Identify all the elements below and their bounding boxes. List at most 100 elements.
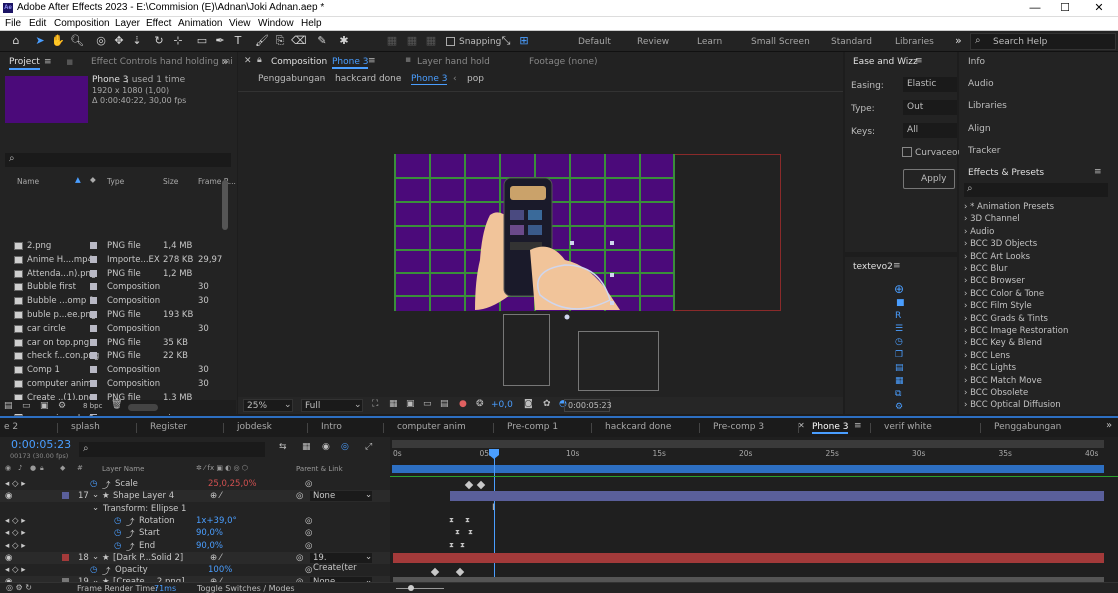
footage-tab[interactable]: Footage (none) bbox=[529, 57, 598, 67]
lock-icon[interactable]: 🔒︎ bbox=[257, 55, 262, 65]
timeline-row[interactable]: ⌄ Transform: Ellipse 1 bbox=[0, 503, 390, 515]
easing-dropdown[interactable]: Elastic bbox=[903, 77, 957, 92]
render-icon[interactable]: ◎ ⚙ ↻ bbox=[6, 583, 32, 592]
textevo-title[interactable]: textevo2 bbox=[853, 262, 893, 272]
menu-window[interactable]: Window bbox=[258, 18, 294, 29]
effect-category[interactable]: › BCC Lights bbox=[964, 363, 1016, 373]
timeline-tab[interactable]: Pre-comp 1 bbox=[507, 422, 558, 432]
project-item[interactable]: Anime H....mp4 Importe...EX 278 KB 29,97 bbox=[0, 253, 236, 267]
clock-icon[interactable]: ◷ bbox=[895, 337, 903, 347]
chevron-down-icon[interactable]: ⌄ bbox=[92, 552, 99, 562]
transparency-icon[interactable]: ▦ bbox=[389, 399, 398, 409]
preset-icon[interactable]: ■ bbox=[896, 298, 905, 308]
keys-dropdown[interactable]: All bbox=[903, 123, 957, 138]
col-type[interactable]: Type bbox=[107, 177, 124, 186]
interpret-icon[interactable]: ▤ bbox=[4, 401, 13, 411]
text-icon[interactable]: R bbox=[895, 311, 901, 321]
panel-overflow-icon[interactable]: » bbox=[222, 55, 229, 68]
view-icon[interactable]: ▤ bbox=[440, 399, 449, 409]
close-tab-icon[interactable]: ✕ bbox=[798, 421, 805, 430]
libraries-panel[interactable]: Libraries bbox=[968, 101, 1007, 111]
timeline-row[interactable]: ◉ 17 ⌄ ★ Shape Layer 4 ⊕ ⁄ ◎ None ⌄ bbox=[0, 490, 390, 503]
keyframe[interactable]: ⧗ bbox=[468, 528, 475, 536]
parent-col[interactable]: Parent & Link bbox=[296, 465, 343, 473]
text-tool-icon[interactable]: T bbox=[231, 34, 245, 48]
timeline-tab[interactable]: computer anim bbox=[397, 422, 466, 432]
search-help-field[interactable]: ⌕ Search Help bbox=[970, 33, 1116, 50]
graph-editor-icon[interactable]: ⤢ bbox=[365, 442, 372, 452]
pickwhip-icon[interactable]: ◎ bbox=[305, 528, 312, 538]
timeline-tab[interactable]: Penggabungan bbox=[994, 422, 1061, 432]
property-value[interactable]: 1x+39,0° bbox=[196, 516, 237, 526]
stopwatch-icon[interactable]: ◷ bbox=[114, 541, 121, 551]
zoom-tool-icon[interactable]: 🔍︎ bbox=[70, 34, 84, 48]
graph-icon[interactable]: ⤴ bbox=[126, 516, 135, 528]
comp-tab-prefix[interactable]: Composition bbox=[271, 57, 327, 67]
timeline-timecode[interactable]: 0:00:05:23 bbox=[11, 438, 71, 451]
time-range-bar[interactable] bbox=[392, 465, 1104, 473]
label-color[interactable] bbox=[90, 380, 97, 387]
timeline-tab[interactable]: hackcard done bbox=[605, 422, 671, 432]
label-color[interactable] bbox=[90, 324, 97, 332]
project-item[interactable]: Bubble first Composition 30 bbox=[0, 280, 236, 294]
puppet-tool-icon[interactable]: ✱ bbox=[337, 34, 351, 48]
color-channels-icon[interactable]: ● bbox=[459, 399, 467, 409]
align-panel[interactable]: Align bbox=[968, 124, 991, 134]
comp-tab-name[interactable]: Phone 3 bbox=[332, 57, 369, 69]
pickwhip-icon[interactable]: ◎ bbox=[296, 491, 303, 501]
effect-category[interactable]: › BCC Grads & Tints bbox=[964, 314, 1048, 324]
eraser-tool-icon[interactable]: ⌫ bbox=[291, 34, 307, 48]
parent-dropdown[interactable]: None ⌄ bbox=[310, 490, 372, 502]
workspace-review[interactable]: Review bbox=[637, 37, 669, 47]
timeline-tab[interactable]: Phone 3 bbox=[812, 422, 849, 434]
breadcrumb-penggabungan[interactable]: Penggabungan bbox=[258, 74, 325, 84]
rotate-tool-icon[interactable]: ↻ bbox=[152, 34, 166, 48]
minimize-icon[interactable]: — bbox=[1028, 1, 1042, 15]
timeline-row[interactable]: ◂ ◇ ▸ ◷ ⤴ Rotation 1x+39,0° ◎ bbox=[0, 515, 390, 528]
ease-title[interactable]: Ease and Wizz bbox=[853, 57, 918, 67]
work-area-bar[interactable] bbox=[392, 440, 1104, 448]
exposure-value[interactable]: +0,0 bbox=[491, 400, 513, 410]
timecode-box[interactable]: 0:00:05:23 bbox=[564, 399, 612, 412]
maximize-icon[interactable]: ☐ bbox=[1058, 1, 1072, 15]
roto-tool-icon[interactable]: ✎ bbox=[315, 34, 329, 48]
stopwatch-icon[interactable]: ◷ bbox=[90, 565, 97, 575]
keyframe-nav-icon[interactable]: ◂ ◇ ▸ bbox=[5, 528, 25, 538]
chevron-down-icon[interactable]: ⌄ bbox=[92, 503, 99, 513]
menu-file[interactable]: File bbox=[5, 18, 21, 29]
more-tabs-icon[interactable]: » bbox=[1106, 420, 1112, 431]
snap-option-icon[interactable]: ⤡ bbox=[499, 34, 513, 48]
timeline-tab[interactable]: splash bbox=[71, 422, 100, 432]
timeline-search[interactable]: ⌕ bbox=[79, 442, 265, 457]
col-frame[interactable]: Frame R... bbox=[198, 177, 236, 186]
quality-dropdown[interactable]: Full ⌄ bbox=[301, 399, 363, 412]
draft-3d-icon[interactable]: ▦ bbox=[302, 442, 311, 452]
new-comp-icon[interactable]: ▣ bbox=[40, 401, 49, 411]
graph-icon[interactable]: ⤴ bbox=[102, 479, 111, 491]
effect-category[interactable]: › BCC 3D Objects bbox=[964, 239, 1037, 249]
breadcrumb-hackcard[interactable]: hackcard done bbox=[335, 74, 401, 84]
pickwhip-icon[interactable]: ◎ bbox=[305, 541, 312, 551]
effects-search[interactable]: ⌕ bbox=[964, 183, 1108, 197]
pickwhip-icon[interactable]: ◎ bbox=[296, 553, 303, 563]
timeline-tab[interactable]: verif white bbox=[884, 422, 932, 432]
motion-blur-icon[interactable]: ◎ bbox=[341, 442, 349, 452]
info-panel[interactable]: Info bbox=[968, 57, 985, 67]
project-tab[interactable]: Project bbox=[9, 57, 40, 70]
hand-tool-icon[interactable]: ✋ bbox=[51, 34, 65, 48]
offscreen-layer-box[interactable] bbox=[503, 314, 550, 386]
label-color[interactable] bbox=[90, 311, 97, 318]
chevron-down-icon[interactable]: ⌄ bbox=[92, 490, 99, 500]
grid-icon[interactable]: ▦ bbox=[895, 376, 904, 386]
layer-duration-bar[interactable] bbox=[393, 552, 1104, 563]
keyframe[interactable]: ⧗ bbox=[465, 516, 472, 524]
effect-category[interactable]: › Audio bbox=[964, 227, 994, 237]
menu-edit[interactable]: Edit bbox=[29, 18, 46, 29]
project-item[interactable]: computer anim Composition 30 bbox=[0, 377, 236, 391]
keyframe[interactable]: ⧗ bbox=[449, 541, 456, 549]
effect-category[interactable]: › BCC Browser bbox=[964, 276, 1025, 286]
keyframe[interactable]: ⧗ bbox=[460, 541, 467, 549]
layer-name[interactable]: [Dark P...Solid 2] bbox=[113, 553, 183, 563]
tracker-panel[interactable]: Tracker bbox=[968, 146, 1000, 156]
keyframe-nav-icon[interactable]: ◂ ◇ ▸ bbox=[5, 479, 25, 489]
